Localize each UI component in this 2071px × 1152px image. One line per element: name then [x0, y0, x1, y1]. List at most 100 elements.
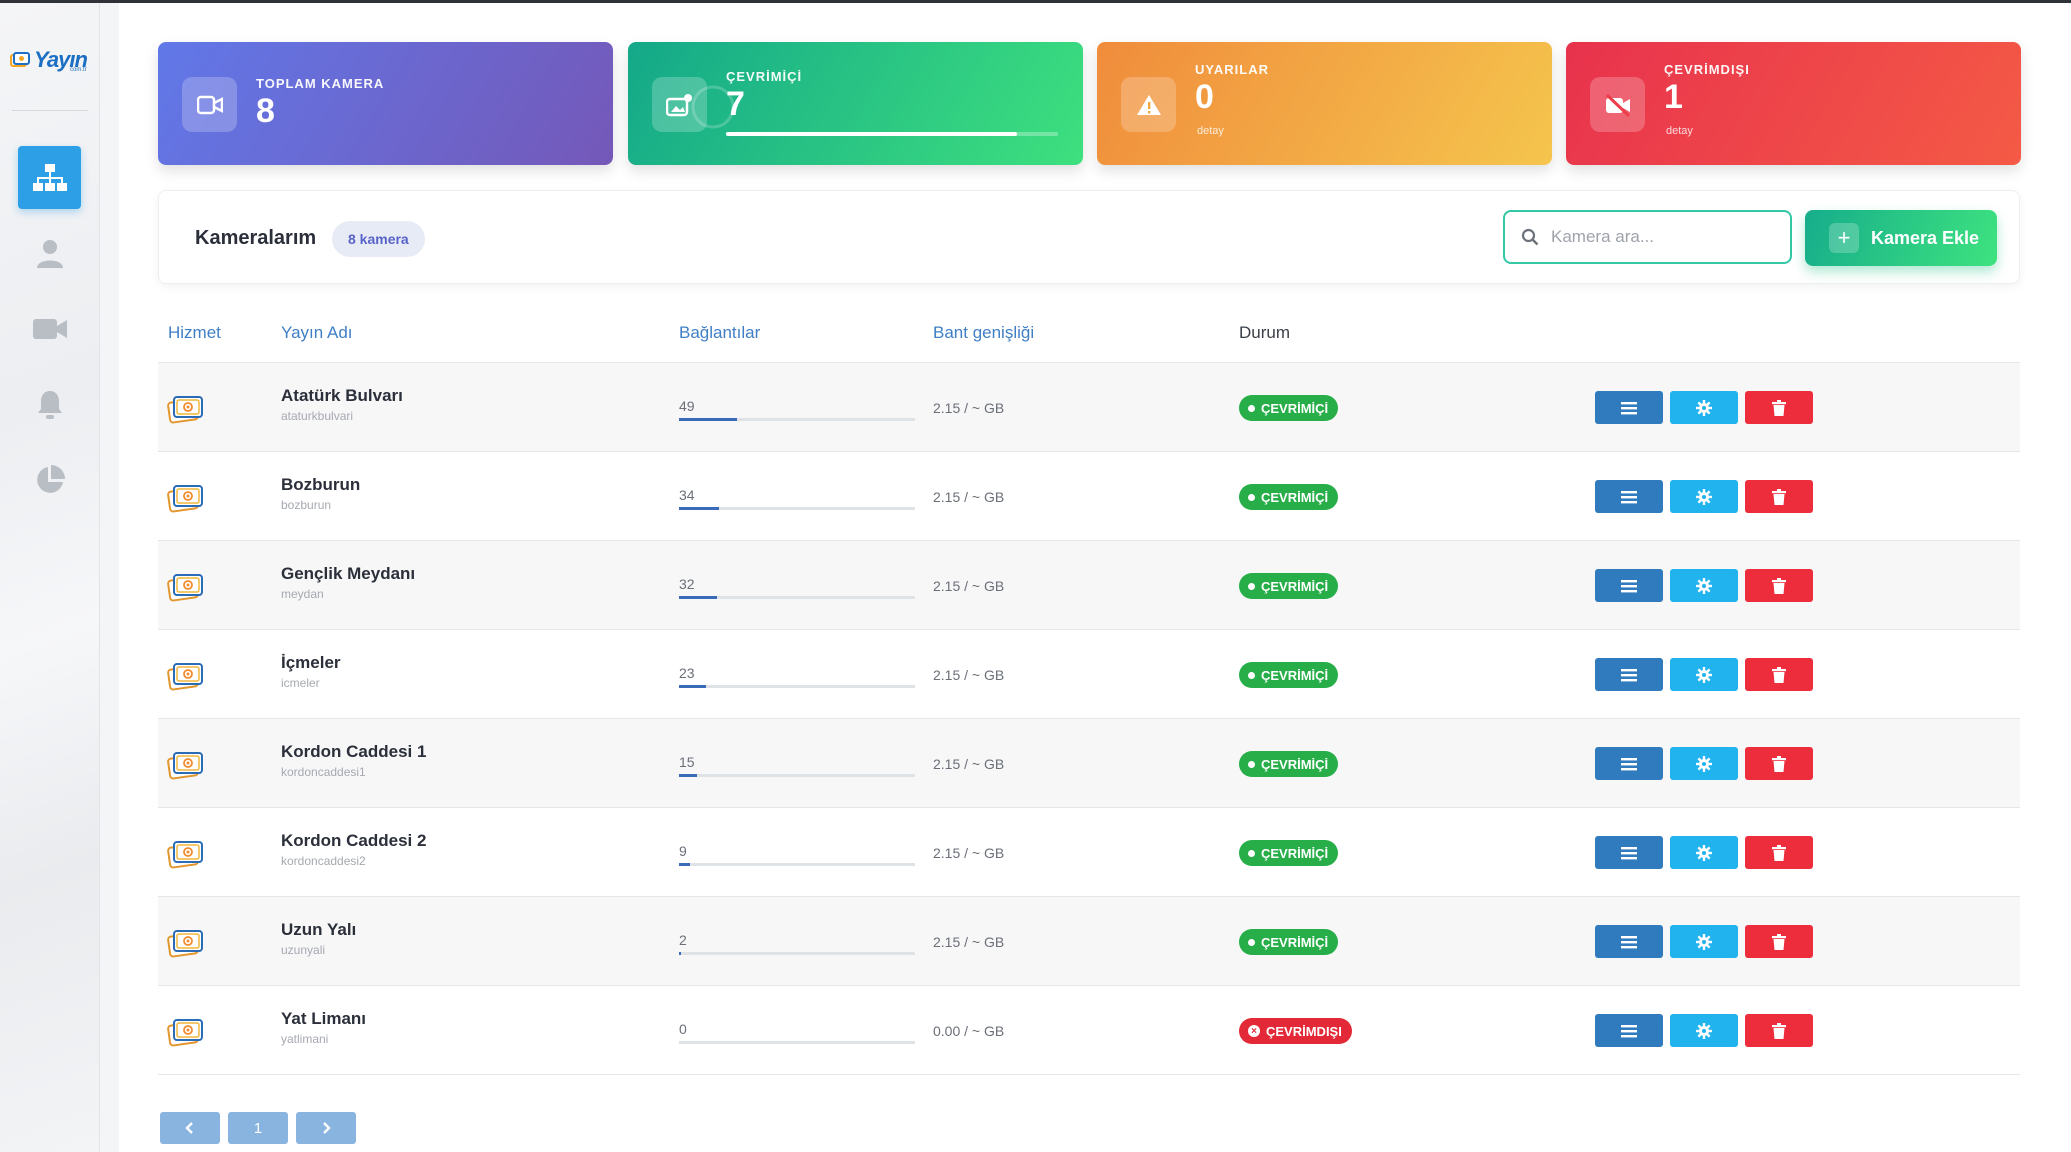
search-box[interactable] [1503, 210, 1792, 264]
sidebar: Yayın com.tr [0, 3, 100, 1152]
stat-value: 7 [726, 85, 745, 123]
delete-button[interactable] [1745, 747, 1813, 780]
details-button[interactable] [1595, 747, 1663, 780]
table-row: Atatürk Bulvarı ataturkbulvari 49 2.15 /… [158, 363, 2020, 452]
camera-service-icon [167, 396, 203, 424]
logo-subtext: com.tr [70, 67, 87, 73]
stream-name[interactable]: Atatürk Bulvarı [281, 386, 403, 406]
sidebar-item-notifications[interactable] [18, 373, 81, 436]
logo[interactable]: Yayın com.tr [10, 43, 92, 77]
logo-camera-icon [10, 52, 30, 67]
stat-label: UYARILAR [1195, 62, 1269, 77]
column-header-service[interactable]: Hizmet [168, 323, 221, 343]
details-button[interactable] [1595, 1014, 1663, 1047]
settings-button[interactable] [1670, 836, 1738, 869]
cameras-header-panel: Kameralarım 8 kamera + Kamera Ekle [158, 190, 2020, 284]
stat-label: ÇEVRİMDIŞI [1664, 62, 1750, 77]
settings-button[interactable] [1670, 1014, 1738, 1047]
connection-count: 2 [679, 932, 687, 948]
details-button[interactable] [1595, 836, 1663, 869]
settings-button[interactable] [1670, 569, 1738, 602]
stream-name[interactable]: Yat Limanı [281, 1009, 366, 1029]
online-progress-fill [726, 132, 1017, 136]
pagination: 1 [160, 1112, 356, 1144]
stat-label: ÇEVRİMİÇİ [726, 69, 803, 84]
delete-button[interactable] [1745, 480, 1813, 513]
chevron-right-icon [323, 1122, 331, 1134]
add-camera-button[interactable]: + Kamera Ekle [1805, 210, 1997, 266]
status-badge: ÇEVRİMİÇİ [1239, 751, 1339, 777]
video-camera-icon [182, 77, 237, 132]
column-header-connections[interactable]: Bağlantılar [679, 323, 760, 343]
row-actions [1595, 747, 1813, 780]
delete-button[interactable] [1745, 1014, 1813, 1047]
settings-button[interactable] [1670, 480, 1738, 513]
stream-name[interactable]: İçmeler [281, 653, 341, 673]
bandwidth-value: 2.15 / ~ GB [933, 845, 1005, 861]
row-actions [1595, 658, 1813, 691]
status-badge: ÇEVRİMİÇİ [1239, 484, 1339, 510]
sidebar-item-cameras[interactable] [18, 297, 81, 360]
delete-button[interactable] [1745, 836, 1813, 869]
row-actions [1595, 569, 1813, 602]
settings-button[interactable] [1670, 391, 1738, 424]
sidebar-item-users[interactable] [18, 222, 81, 285]
page-number-button[interactable]: 1 [228, 1112, 288, 1144]
sidebar-item-reports[interactable] [18, 448, 81, 511]
connection-count: 0 [679, 1021, 687, 1037]
delete-button[interactable] [1745, 569, 1813, 602]
stat-detail-link[interactable]: detay [1666, 125, 1693, 137]
stream-name[interactable]: Kordon Caddesi 1 [281, 742, 426, 762]
camera-service-icon [167, 485, 203, 513]
close-circle-icon: × [1248, 1025, 1260, 1037]
connection-bar [679, 596, 915, 599]
stat-detail-link[interactable]: detay [1197, 125, 1224, 137]
connection-count: 49 [679, 398, 695, 414]
status-dot-icon [1248, 493, 1255, 501]
connection-bar [679, 1041, 915, 1044]
menu-icon [1621, 401, 1637, 414]
details-button[interactable] [1595, 658, 1663, 691]
stream-name[interactable]: Bozburun [281, 475, 360, 495]
stream-slug: icmeler [281, 676, 320, 690]
bandwidth-value: 2.15 / ~ GB [933, 934, 1005, 950]
connection-bar [679, 418, 915, 421]
column-header-name[interactable]: Yayın Adı [281, 323, 353, 343]
connection-bar-fill [679, 863, 690, 866]
details-button[interactable] [1595, 569, 1663, 602]
bell-icon [37, 390, 62, 419]
column-header-bandwidth[interactable]: Bant genişliği [933, 323, 1034, 343]
details-button[interactable] [1595, 391, 1663, 424]
details-button[interactable] [1595, 480, 1663, 513]
settings-button[interactable] [1670, 747, 1738, 780]
table-row: İçmeler icmeler 23 2.15 / ~ GB ÇEVRİMİÇİ [158, 630, 2020, 719]
column-header-status[interactable]: Durum [1239, 323, 1290, 343]
connection-bar-fill [679, 952, 682, 955]
row-actions [1595, 480, 1813, 513]
trash-icon [1772, 577, 1786, 594]
stream-name[interactable]: Gençlik Meydanı [281, 564, 415, 584]
online-camera-icon [652, 77, 707, 132]
delete-button[interactable] [1745, 925, 1813, 958]
settings-button[interactable] [1670, 658, 1738, 691]
trash-icon [1772, 399, 1786, 416]
camera-service-icon [167, 574, 203, 602]
status-text: ÇEVRİMİÇİ [1261, 578, 1329, 594]
search-input[interactable] [1551, 227, 1771, 247]
stream-name[interactable]: Kordon Caddesi 2 [281, 831, 426, 851]
menu-icon [1621, 579, 1637, 592]
stream-name[interactable]: Uzun Yalı [281, 920, 356, 940]
details-button[interactable] [1595, 925, 1663, 958]
previous-page-button[interactable] [160, 1112, 220, 1144]
gear-icon [1696, 488, 1712, 505]
settings-button[interactable] [1670, 925, 1738, 958]
user-icon [36, 239, 63, 268]
sidebar-item-dashboard[interactable] [18, 146, 81, 209]
gear-icon [1696, 1022, 1712, 1039]
next-page-button[interactable] [296, 1112, 356, 1144]
delete-button[interactable] [1745, 391, 1813, 424]
delete-button[interactable] [1745, 658, 1813, 691]
table-row: Bozburun bozburun 34 2.15 / ~ GB ÇEVRİMİ… [158, 452, 2020, 541]
status-badge: ÇEVRİMİÇİ [1239, 662, 1339, 688]
connection-count: 34 [679, 487, 695, 503]
